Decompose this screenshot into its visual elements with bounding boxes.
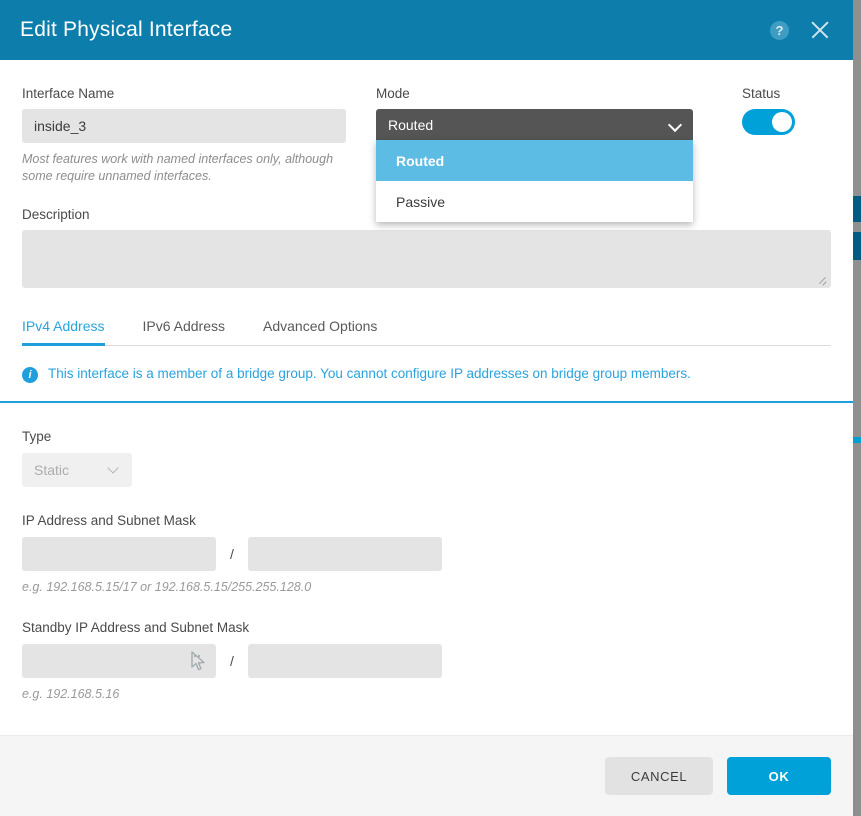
mode-option-routed[interactable]: Routed xyxy=(376,140,693,181)
dialog-title: Edit Physical Interface xyxy=(20,18,770,42)
standby-ip-row: / xyxy=(22,644,831,678)
standby-ip-address-input[interactable] xyxy=(22,644,216,678)
ip-address-group: IP Address and Subnet Mask / e.g. 192.16… xyxy=(22,513,831,594)
top-fields-row: Interface Name Most features work with n… xyxy=(22,60,831,185)
type-label: Type xyxy=(22,429,831,444)
address-tabs: IPv4 Address IPv6 Address Advanced Optio… xyxy=(22,312,831,346)
tab-advanced-options[interactable]: Advanced Options xyxy=(263,318,377,346)
type-group: Type Static xyxy=(22,429,831,487)
status-group: Status xyxy=(720,86,831,185)
status-label: Status xyxy=(742,86,831,101)
standby-ip-separator: / xyxy=(230,653,234,669)
background-accent-1 xyxy=(853,196,861,222)
ip-address-example: e.g. 192.168.5.15/17 or 192.168.5.15/255… xyxy=(22,580,831,594)
chevron-down-icon xyxy=(109,464,120,475)
background-accent-3 xyxy=(853,437,861,443)
edit-physical-interface-dialog: Edit Physical Interface ? Interface Name… xyxy=(0,0,853,816)
standby-subnet-mask-input[interactable] xyxy=(248,644,442,678)
ipv4-address-pane: Type Static IP Address and Subnet Mask /… xyxy=(22,403,831,701)
mode-option-passive[interactable]: Passive xyxy=(376,181,693,222)
type-selected-value: Static xyxy=(34,462,109,478)
close-icon[interactable] xyxy=(809,19,831,41)
ip-address-label: IP Address and Subnet Mask xyxy=(22,513,831,528)
standby-ip-label: Standby IP Address and Subnet Mask xyxy=(22,620,831,635)
interface-name-label: Interface Name xyxy=(22,86,376,101)
ip-address-row: / xyxy=(22,537,831,571)
interface-name-hint: Most features work with named interfaces… xyxy=(22,151,346,185)
background-page-strip xyxy=(853,0,861,816)
interface-name-group: Interface Name Most features work with n… xyxy=(22,86,376,185)
header-icon-group: ? xyxy=(770,19,831,41)
status-toggle-knob xyxy=(772,112,792,132)
chevron-down-icon xyxy=(670,120,681,131)
tab-ipv4-address[interactable]: IPv4 Address xyxy=(22,318,105,346)
dialog-footer: CANCEL OK xyxy=(0,735,853,816)
bridge-group-info-text: This interface is a member of a bridge g… xyxy=(48,366,691,381)
status-toggle[interactable] xyxy=(742,109,795,135)
mode-group: Mode Routed Routed Passive xyxy=(376,86,720,185)
standby-ip-input-wrapper xyxy=(22,644,216,678)
mode-select-menu: Routed Passive xyxy=(376,140,693,222)
info-icon: i xyxy=(22,367,38,383)
mode-select[interactable]: Routed xyxy=(376,109,693,141)
ip-address-input[interactable] xyxy=(22,537,216,571)
cancel-button[interactable]: CANCEL xyxy=(605,757,713,795)
standby-ip-group: Standby IP Address and Subnet Mask / e.g… xyxy=(22,620,831,701)
ok-button[interactable]: OK xyxy=(727,757,831,795)
dialog-header: Edit Physical Interface ? xyxy=(0,0,853,60)
tab-ipv6-address[interactable]: IPv6 Address xyxy=(143,318,226,346)
ip-separator: / xyxy=(230,546,234,562)
dialog-body: Interface Name Most features work with n… xyxy=(0,60,853,735)
background-accent-2 xyxy=(853,232,861,260)
bridge-group-info-banner: i This interface is a member of a bridge… xyxy=(0,346,853,403)
help-circle-icon[interactable]: ? xyxy=(770,21,789,40)
subnet-mask-input[interactable] xyxy=(248,537,442,571)
mode-label: Mode xyxy=(376,86,720,101)
mode-selected-value: Routed xyxy=(388,117,670,133)
description-textarea[interactable] xyxy=(22,230,831,288)
standby-ip-example: e.g. 192.168.5.16 xyxy=(22,687,831,701)
interface-name-input[interactable] xyxy=(22,109,346,143)
type-select: Static xyxy=(22,453,132,487)
